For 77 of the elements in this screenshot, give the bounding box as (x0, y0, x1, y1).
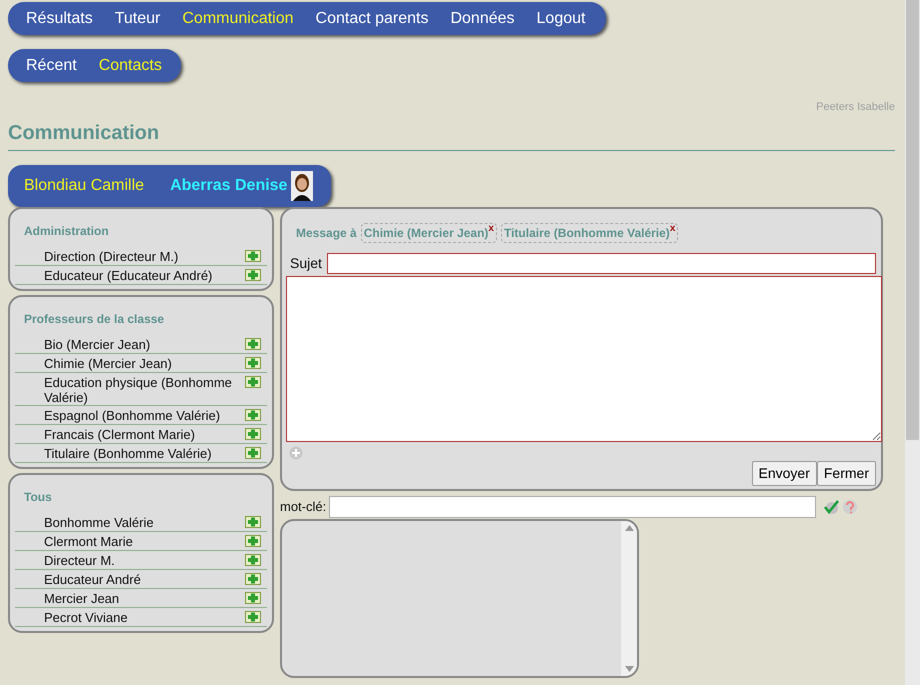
add-button[interactable] (245, 592, 261, 604)
results-scrollbar[interactable] (621, 520, 637, 676)
add-button[interactable] (245, 554, 261, 566)
add-icon (245, 250, 261, 262)
user-name: Peeters Isabelle (816, 101, 895, 113)
nav-link[interactable]: Résultats (15, 2, 104, 35)
add-icon (245, 408, 261, 420)
message-label: Message à (296, 224, 357, 242)
student-link[interactable]: Aberras Denise (170, 176, 288, 196)
sub-nav-link[interactable]: Contacts (88, 49, 173, 82)
remove-link[interactable]: x (488, 222, 494, 234)
group-title: Administration (24, 222, 110, 240)
add-button[interactable] (245, 408, 261, 420)
add-icon (245, 356, 261, 368)
contact-name: Direction (Directeur M.) (44, 248, 180, 264)
add-button[interactable] (245, 428, 261, 440)
add-button[interactable] (245, 268, 261, 280)
add-icon (245, 446, 261, 458)
add-attachment-icon[interactable] (289, 446, 303, 460)
contact-name: Educateur André (44, 572, 142, 586)
contact-name: Chimie (Mercier Jean) (44, 356, 173, 370)
contact-name: Francais (Clermont Marie) (44, 426, 196, 442)
contact-name: Titulaire (Bonhomme Valérie) (44, 446, 213, 460)
add-icon (245, 268, 261, 280)
scrollbar[interactable] (905, 0, 920, 685)
scrollbar-thumb[interactable] (906, 0, 919, 440)
add-button[interactable] (245, 534, 261, 546)
form-button[interactable]: Envoyer (752, 460, 817, 486)
help-icon[interactable] (842, 498, 858, 514)
nav-link[interactable]: Contact parents (304, 2, 440, 35)
remove-link[interactable]: x (670, 222, 676, 234)
group-title: Tous (24, 488, 53, 506)
add-button[interactable] (245, 516, 261, 528)
scroll-up-icon[interactable] (624, 524, 634, 530)
nav-link[interactable]: Données (439, 2, 526, 35)
keyword-label: mot-clé: (280, 498, 326, 516)
scroll-down-icon[interactable] (624, 666, 634, 672)
add-icon (245, 592, 261, 604)
add-icon (245, 338, 261, 350)
nav-link[interactable]: Communication (171, 2, 305, 35)
recipient-name: Titulaire (Bonhomme Valérie) (504, 226, 670, 240)
contact-name: Bonhomme Valérie (44, 514, 155, 530)
contact-name: Bio (Mercier Jean) (44, 336, 152, 352)
nav-link[interactable]: Logout (526, 2, 596, 35)
group-title: Professeurs de la classe (24, 310, 166, 328)
add-icon (245, 534, 261, 546)
add-icon (245, 428, 261, 440)
contact-name: Clermont Marie (44, 534, 134, 548)
nav-link[interactable]: Tuteur (104, 2, 172, 35)
subject-field[interactable] (326, 252, 876, 274)
add-button[interactable] (245, 572, 261, 584)
add-icon (245, 572, 261, 584)
page-heading: Communication (8, 122, 160, 144)
contact-name: Education physique (Bonhomme Valérie) (44, 374, 233, 404)
contact-name: Espagnol (Bonhomme Valérie) (44, 408, 222, 422)
add-button[interactable] (245, 610, 261, 622)
contact-name: Directeur M. (44, 552, 116, 568)
add-icon (245, 610, 261, 622)
add-button[interactable] (245, 446, 261, 458)
recipient-name: Chimie (Mercier Jean) (364, 226, 488, 240)
add-button[interactable] (245, 338, 261, 350)
student-link[interactable]: Blondiau Camille (24, 176, 144, 196)
form-button[interactable]: Fermer (816, 460, 876, 486)
message-field[interactable] (286, 276, 882, 442)
contact-name: Mercier Jean (44, 590, 120, 606)
check-icon[interactable] (823, 498, 840, 514)
add-icon (245, 516, 261, 528)
add-icon (245, 376, 261, 388)
sub-nav-link[interactable]: Récent (15, 49, 88, 82)
add-button[interactable] (245, 376, 261, 388)
add-button[interactable] (245, 356, 261, 368)
add-icon (245, 554, 261, 566)
subject-label: Sujet (290, 254, 322, 273)
add-button[interactable] (245, 250, 261, 262)
contact-name: Pecrot Viviane (44, 610, 129, 624)
keyword-field[interactable] (329, 496, 816, 518)
contact-name: Educateur (Educateur André) (44, 268, 214, 282)
